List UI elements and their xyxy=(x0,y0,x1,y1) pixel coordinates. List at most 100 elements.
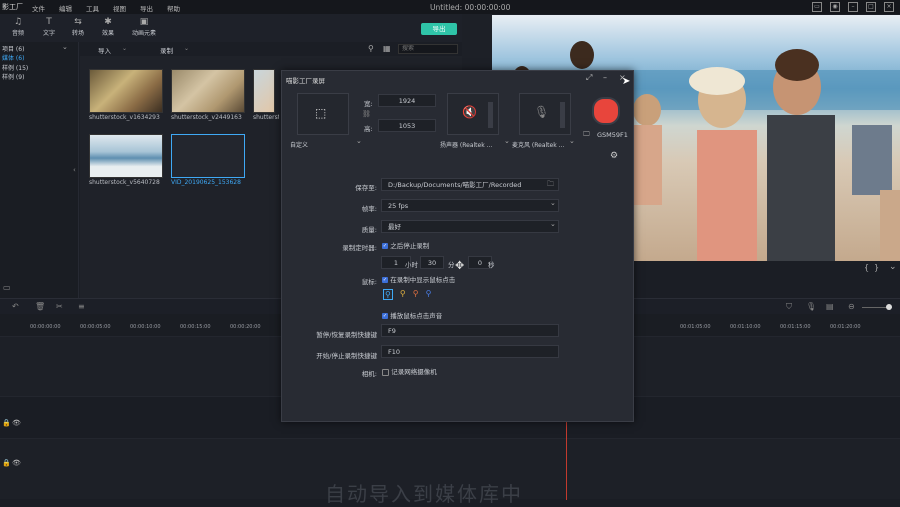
lock-icon[interactable]: 🔒 xyxy=(2,459,11,467)
timer-checkbox[interactable]: ✓ 之后停止录制 xyxy=(382,240,429,250)
pause-shortcut-input[interactable]: F9 xyxy=(381,324,559,337)
save-location-label: 保存至: xyxy=(355,184,377,192)
sidebar-item-samples-2[interactable]: 样例 (9) xyxy=(2,72,24,81)
seconds-unit: 秒 xyxy=(488,261,495,269)
search-input[interactable] xyxy=(398,44,458,54)
minutes-input[interactable]: 30 xyxy=(420,256,444,269)
chevron-down-icon[interactable]: ⌄ xyxy=(569,137,575,145)
start-shortcut-input[interactable]: F10 xyxy=(381,345,559,358)
camera-label: 相机: xyxy=(361,370,377,378)
link-icon[interactable]: ⛓ xyxy=(362,110,371,118)
playhead[interactable] xyxy=(566,410,567,500)
record-start-button[interactable] xyxy=(592,97,620,125)
collapse-arrow-icon[interactable]: ‹ xyxy=(73,166,76,174)
click-sound-checkbox-label: 播放鼠标点击声音 xyxy=(390,312,443,320)
zoom-out-icon[interactable]: ⊖ xyxy=(848,302,855,311)
height-input[interactable]: 1053 xyxy=(378,119,436,132)
expand-icon[interactable]: ⤢ xyxy=(586,73,592,83)
bracket-right-icon[interactable]: } xyxy=(874,263,879,272)
media-thumb-1[interactable] xyxy=(89,69,163,113)
menu-view[interactable]: 视图 xyxy=(113,3,126,13)
cursor-style-4-icon[interactable]: ⚲ xyxy=(426,289,432,300)
minimize-icon[interactable]: – xyxy=(848,2,858,12)
minutes-unit: 分 xyxy=(448,261,455,269)
lock-icon[interactable]: 🔒 xyxy=(2,419,11,427)
cursor-style-1-icon[interactable]: ⚲ xyxy=(383,289,393,300)
tab-effects[interactable]: ✱ 效果 xyxy=(94,17,122,37)
region-cursor-icon: ⬚ xyxy=(315,106,327,120)
filter-icon[interactable]: ⚲ xyxy=(368,44,374,53)
chevron-down-icon[interactable]: ⌄ xyxy=(184,45,189,52)
speaker-box[interactable]: 🔇 xyxy=(447,93,499,135)
cursor-style-3-icon[interactable]: ⚲ xyxy=(413,289,419,300)
media-thumb-3[interactable] xyxy=(253,69,275,113)
sidebar-item-project[interactable]: 项目 (6) xyxy=(2,44,24,53)
sidebar-item-media[interactable]: 媒体 (6) xyxy=(2,53,24,62)
chevron-down-icon[interactable]: ⌄ xyxy=(62,43,68,51)
eye-icon[interactable]: 👁 xyxy=(12,459,21,467)
adjust-icon[interactable]: ≡ xyxy=(78,302,85,311)
tab-audio[interactable]: ♫ 音频 xyxy=(4,17,32,37)
delete-icon[interactable]: 🗑 xyxy=(35,302,45,311)
tab-transition[interactable]: ⇆ 转场 xyxy=(64,17,92,37)
media-thumb-5[interactable] xyxy=(171,134,245,178)
menu-export[interactable]: 导出 xyxy=(140,3,153,13)
record-button[interactable]: 录制 xyxy=(160,45,173,55)
mouse-pointer-icon: ➤ xyxy=(622,76,631,87)
media-thumb-2[interactable] xyxy=(171,69,245,113)
maximize-icon[interactable]: □ xyxy=(866,2,876,12)
click-sound-checkbox[interactable]: ✓ 播放鼠标点击声音 xyxy=(382,310,442,320)
settings-gear-icon[interactable]: ⚙ xyxy=(610,151,618,161)
eye-icon[interactable]: 👁 xyxy=(12,419,21,427)
menu-file[interactable]: 文件 xyxy=(32,3,45,13)
layers-icon[interactable]: ▤ xyxy=(826,302,834,311)
quality-label: 质量: xyxy=(361,226,377,234)
webcam-checkbox[interactable]: 记录网络摄像机 xyxy=(382,366,437,376)
webcam-checkbox-label: 记录网络摄像机 xyxy=(391,368,437,376)
mic-icon[interactable]: 🎙 xyxy=(806,302,816,311)
window-title: Untitled: 00:00:00:00 xyxy=(430,3,510,12)
microphone-box[interactable]: 🎙 xyxy=(519,93,571,135)
width-input[interactable]: 1924 xyxy=(378,94,436,107)
zoom-slider-handle[interactable] xyxy=(886,304,892,310)
fullscreen-icon[interactable]: ▭ xyxy=(812,2,822,12)
chevron-down-icon[interactable]: ⌄ xyxy=(550,199,556,207)
tab-elements[interactable]: ▣ 动画元素 xyxy=(124,17,164,37)
grid-view-icon[interactable]: ▦ xyxy=(383,44,391,53)
framerate-select[interactable]: 25 fps xyxy=(381,199,559,212)
bracket-left-icon[interactable]: { xyxy=(864,263,869,272)
ruler-tick: 00:00:00:00 xyxy=(30,324,61,330)
cut-icon[interactable]: ✂ xyxy=(56,302,63,311)
start-shortcut-label: 开始/停止录制快捷键 xyxy=(316,352,377,360)
media-thumb-4[interactable] xyxy=(89,134,163,178)
import-button[interactable]: 导入 xyxy=(98,45,111,55)
chevron-down-icon[interactable]: ⌄ xyxy=(889,262,897,272)
sidebar-item-samples[interactable]: 样例 (15) xyxy=(2,63,28,72)
quality-select[interactable]: 最好 xyxy=(381,220,559,233)
menu-tools[interactable]: 工具 xyxy=(86,3,99,13)
chevron-down-icon[interactable]: ⌄ xyxy=(122,45,127,52)
export-button[interactable]: 导出 xyxy=(421,23,457,35)
tab-text[interactable]: T 文字 xyxy=(35,17,63,37)
media-thumb-label: shutterstock_v2449163 xyxy=(171,114,242,121)
minimize-icon[interactable]: – xyxy=(603,73,607,82)
window-controls: ▭ ◉ – □ × xyxy=(812,2,894,12)
mouse-click-checkbox[interactable]: ✓ 在录制中显示鼠标点击 xyxy=(382,274,455,284)
ruler-tick: 00:01:10:00 xyxy=(730,324,761,330)
chevron-down-icon[interactable]: ⌄ xyxy=(356,137,362,145)
menu-edit[interactable]: 编辑 xyxy=(59,3,72,13)
chevron-down-icon[interactable]: ⌄ xyxy=(550,220,556,228)
folder-icon[interactable]: 🗀 xyxy=(547,180,554,191)
region-select-box[interactable]: ⬚ xyxy=(297,93,349,135)
folder-icon[interactable]: ▭ xyxy=(3,283,11,292)
mic-muted-icon: 🎙 xyxy=(534,105,550,119)
chevron-down-icon[interactable]: ⌄ xyxy=(504,137,510,145)
save-location-input[interactable]: D:/Backup/Documents/喵影工厂/Recorded xyxy=(381,178,559,191)
cursor-style-2-icon[interactable]: ⚲ xyxy=(400,289,406,300)
shield-icon[interactable]: ⛉ xyxy=(786,302,792,312)
close-icon[interactable]: × xyxy=(884,2,894,12)
menu-help[interactable]: 帮助 xyxy=(167,3,180,13)
screen-recorder-dialog: 喵影工厂录屏 ⤢ – × ⬚ 自定义 ⌄ 宽: 1924 ⛓ 高: 1053 🔇… xyxy=(281,70,634,422)
undo-icon[interactable]: ↶ xyxy=(12,302,19,311)
user-icon[interactable]: ◉ xyxy=(830,2,840,12)
